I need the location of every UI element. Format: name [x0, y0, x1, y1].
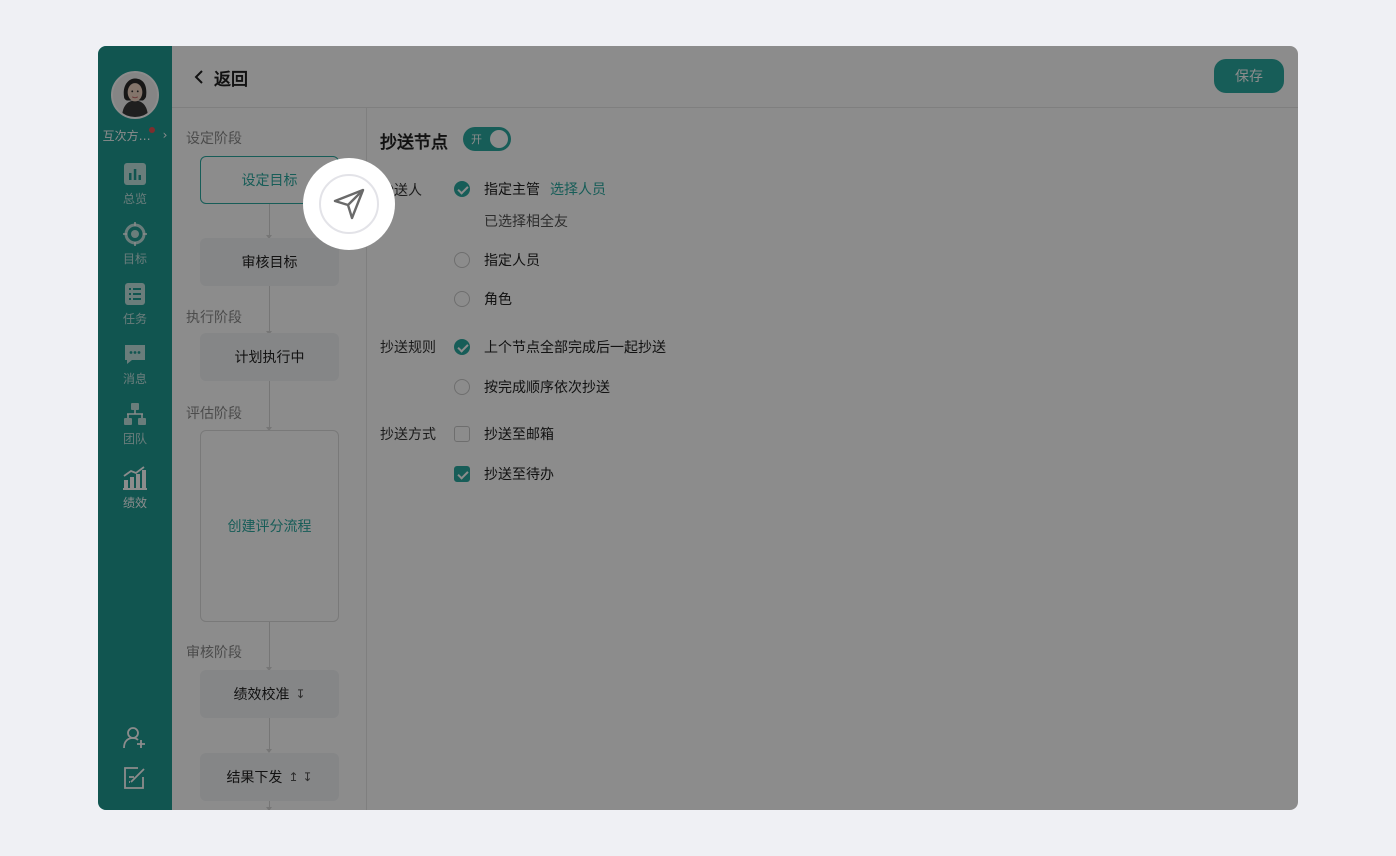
node-review-goal[interactable]: 审核目标 — [200, 238, 339, 286]
move-down-icon[interactable]: ↧ — [295, 687, 305, 701]
option-email[interactable]: 抄送至邮箱 — [454, 424, 554, 444]
section-title: 抄送节点 — [380, 133, 448, 153]
back-button[interactable]: 返回 — [192, 64, 248, 90]
performance-icon — [123, 466, 147, 490]
checkbox-email[interactable] — [454, 426, 470, 442]
flow-connector — [266, 381, 272, 431]
stage-label-review: 审核阶段 — [186, 645, 242, 661]
toggle-knob — [490, 130, 508, 148]
tour-highlight[interactable] — [303, 158, 395, 250]
stage-label-execute: 执行阶段 — [186, 310, 242, 326]
option-all-done[interactable]: 上个节点全部完成后一起抄送 — [454, 337, 666, 357]
stage-label-evaluate: 评估阶段 — [186, 406, 242, 422]
option-role[interactable]: 角色 — [454, 289, 512, 309]
nav-label: 消息 — [122, 372, 147, 386]
flow-connector — [266, 718, 272, 753]
sidebar: 互次方科技 › 总览 目标 任务 消息 团队 绩效 — [98, 46, 172, 810]
company-switcher[interactable]: 互次方科技 › — [98, 126, 172, 144]
node-create-eval[interactable]: 创建评分流程 — [200, 430, 339, 622]
option-label: 抄送至邮箱 — [484, 427, 554, 443]
node-plan-executing[interactable]: 计划执行中 — [200, 333, 339, 381]
notification-dot — [149, 127, 155, 133]
move-down-icon[interactable]: ↧ — [303, 770, 313, 784]
app-window: 互次方科技 › 总览 目标 任务 消息 团队 绩效 返回 保存 设定阶段 设定目… — [98, 46, 1298, 810]
save-button[interactable]: 保存 — [1214, 59, 1284, 93]
option-label: 指定主管 — [484, 182, 540, 198]
radio-all-done[interactable] — [454, 339, 470, 355]
radio-manager[interactable] — [454, 181, 470, 197]
option-label: 抄送至待办 — [484, 467, 554, 483]
flow-connector — [266, 286, 272, 335]
move-up-icon[interactable]: ↥ — [288, 770, 298, 784]
nav-item-messages[interactable]: 消息 — [98, 342, 172, 394]
node-result-publish[interactable]: 结果下发 ↥ ↧ — [200, 753, 339, 801]
message-icon — [125, 345, 145, 364]
option-label: 按完成顺序依次抄送 — [484, 380, 610, 396]
chart-icon — [124, 163, 146, 185]
radio-sequential[interactable] — [454, 379, 470, 395]
add-user-icon[interactable] — [122, 725, 148, 751]
nav-item-overview[interactable]: 总览 — [98, 162, 172, 214]
flow-connector — [266, 801, 272, 810]
flow-connector — [266, 622, 272, 671]
option-todo[interactable]: 抄送至待办 — [454, 464, 554, 484]
radio-person[interactable] — [454, 252, 470, 268]
back-label: 返回 — [214, 69, 248, 90]
nav-label: 总览 — [122, 192, 147, 206]
option-label: 角色 — [484, 292, 512, 308]
selected-note: 已选择相全友 — [484, 214, 568, 230]
option-label: 上个节点全部完成后一起抄送 — [484, 340, 666, 356]
radio-role[interactable] — [454, 291, 470, 307]
node-calibration[interactable]: 绩效校准 ↧ — [200, 670, 339, 718]
team-icon — [124, 403, 146, 425]
option-sequential[interactable]: 按完成顺序依次抄送 — [454, 377, 610, 397]
rule-label: 抄送规则 — [380, 340, 436, 356]
node-label: 结果下发 — [226, 770, 283, 786]
select-people-link[interactable]: 选择人员 — [550, 179, 606, 199]
chevron-right-icon: › — [162, 128, 168, 142]
nav-label: 团队 — [122, 432, 147, 446]
task-list-icon — [125, 283, 145, 305]
nav-item-performance[interactable]: 绩效 — [98, 466, 172, 518]
edit-note-icon[interactable] — [122, 765, 148, 791]
tour-highlight-ring — [319, 174, 379, 234]
target-icon — [123, 222, 147, 246]
nav-label: 绩效 — [122, 496, 147, 510]
nav-item-tasks[interactable]: 任务 — [98, 282, 172, 334]
nav-label: 任务 — [122, 312, 147, 326]
cc-node-settings: 抄送节点 开 抄送人 指定主管 选择人员 已选择相全友 指定人员 角色 抄送规则… — [368, 108, 1298, 810]
checkbox-todo[interactable] — [454, 466, 470, 482]
stage-label-setup: 设定阶段 — [186, 131, 242, 147]
send-icon — [333, 188, 365, 220]
nav-item-team[interactable]: 团队 — [98, 402, 172, 454]
flow-connector — [266, 204, 272, 239]
nav-label: 目标 — [122, 252, 147, 266]
option-label: 指定人员 — [484, 253, 540, 269]
nav-item-goals[interactable]: 目标 — [98, 222, 172, 274]
cc-node-toggle[interactable]: 开 — [463, 127, 511, 151]
chevron-left-icon — [194, 70, 203, 84]
page-header: 返回 保存 — [172, 46, 1298, 108]
option-manager[interactable]: 指定主管 选择人员 — [454, 179, 606, 199]
node-label: 绩效校准 — [233, 687, 290, 703]
method-label: 抄送方式 — [380, 427, 436, 443]
option-person[interactable]: 指定人员 — [454, 250, 540, 270]
avatar[interactable] — [111, 71, 159, 119]
toggle-label: 开 — [471, 133, 482, 146]
